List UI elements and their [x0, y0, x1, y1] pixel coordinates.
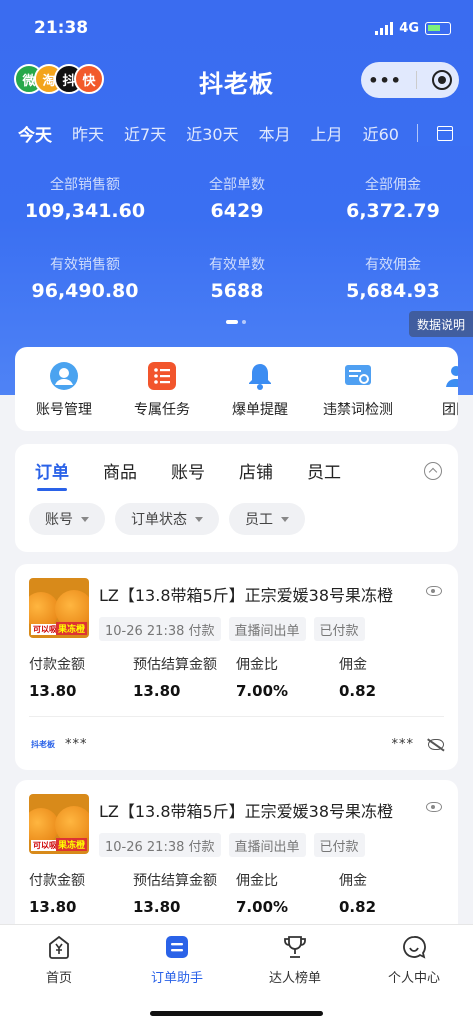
- stat-total-sales: 全部销售额 109,341.60: [24, 177, 146, 222]
- product-thumbnail: 可以吸的 果冻橙: [29, 578, 89, 638]
- order-card[interactable]: 可以吸的 果冻橙 LZ【13.8带箱5斤】正宗爱媛38号果冻橙 10-26 21…: [15, 780, 458, 940]
- shortcut-account-manage[interactable]: 账号管理: [15, 347, 113, 431]
- caret-down-icon: [81, 516, 89, 522]
- caret-down-icon: [281, 516, 289, 522]
- eye-icon[interactable]: [426, 586, 442, 596]
- order-tags: 10-26 21:38 付款 直播间出单 已付款: [99, 617, 365, 641]
- shortcut-team[interactable]: 团队: [407, 347, 458, 431]
- date-tab-last-month[interactable]: 上月: [311, 121, 343, 145]
- signal-icon: [375, 21, 394, 35]
- bottom-nav: 首页 订单助手 达人榜单 个人中心: [0, 924, 473, 1024]
- home-indicator: [150, 1011, 323, 1016]
- trophy-icon: [283, 935, 307, 959]
- tab-accounts[interactable]: 账号: [171, 458, 205, 483]
- close-target-icon[interactable]: [431, 70, 452, 90]
- nav-influencer-ranking[interactable]: 达人榜单: [236, 935, 354, 986]
- status-bar: 21:38 4G: [34, 14, 451, 42]
- stat-total-commission: 全部佣金 6,372.79: [346, 177, 440, 222]
- shop-logo: 抖老板: [31, 740, 55, 749]
- tab-staff[interactable]: 员工: [307, 458, 341, 483]
- eye-off-icon[interactable]: [428, 739, 444, 750]
- top-bar: 微 淘 抖 快 抖老板 •••: [0, 58, 473, 102]
- stat-total-orders: 全部单数 6429: [209, 177, 265, 222]
- shortcut-exclusive-task[interactable]: 专属任务: [113, 347, 211, 431]
- calendar-icon: [437, 125, 453, 141]
- nav-profile[interactable]: 个人中心: [355, 935, 473, 986]
- status-time: 21:38: [34, 18, 89, 38]
- order-filter-card: 订单 商品 账号 店铺 员工 账号 订单状态 员工: [15, 444, 458, 552]
- team-icon: [441, 361, 458, 391]
- date-tab-60days[interactable]: 近60: [363, 121, 399, 145]
- caret-down-icon: [195, 516, 203, 522]
- dashboard-header: 21:38 4G 微 淘 抖 快 抖老板 ••• 今天 昨天 近7天 近30天 …: [0, 0, 473, 395]
- order-source: 直播间出单: [228, 617, 306, 641]
- order-footer: 抖老板 *** ***: [29, 716, 444, 770]
- home-yuan-icon: [47, 935, 71, 959]
- tab-orders[interactable]: 订单: [35, 458, 69, 491]
- more-icon[interactable]: •••: [368, 71, 402, 90]
- tab-shops[interactable]: 店铺: [239, 458, 273, 483]
- order-title: LZ【13.8带箱5斤】正宗爱媛38号果冻橙: [99, 586, 394, 605]
- filter-staff[interactable]: 员工: [229, 503, 305, 535]
- miniprogram-capsule: •••: [361, 62, 459, 98]
- order-paid-time: 10-26 21:38 付款: [99, 617, 221, 641]
- stat-valid-commission: 有效佣金 5,684.93: [346, 257, 440, 302]
- order-card[interactable]: 可以吸的 果冻橙 LZ【13.8带箱5斤】正宗爱媛38号果冻橙 10-26 21…: [15, 564, 458, 770]
- order-status: 已付款: [313, 833, 365, 857]
- order-tags: 10-26 21:38 付款 直播间出单 已付款: [99, 833, 365, 857]
- order-status: 已付款: [313, 617, 365, 641]
- date-tab-30days[interactable]: 近30天: [186, 121, 238, 145]
- battery-icon: [425, 21, 451, 35]
- shortcut-bar: 账号管理 专属任务 爆单提醒 违禁词检测 团队: [15, 347, 458, 431]
- nav-home[interactable]: 首页: [0, 935, 118, 986]
- data-explain-button[interactable]: 数据说明: [409, 311, 473, 337]
- network-label: 4G: [399, 20, 419, 36]
- date-tab-today[interactable]: 今天: [18, 121, 52, 146]
- eye-icon[interactable]: [426, 802, 442, 812]
- date-tab-7days[interactable]: 近7天: [124, 121, 166, 145]
- user-icon: [49, 361, 79, 391]
- order-source: 直播间出单: [228, 833, 306, 857]
- stats-pager: [226, 320, 246, 324]
- masked-account: ***: [65, 737, 88, 752]
- order-title: LZ【13.8带箱5斤】正宗爱媛38号果冻橙: [99, 802, 394, 821]
- product-thumbnail: 可以吸的 果冻橙: [29, 794, 89, 854]
- shortcut-forbidden-word-check[interactable]: 违禁词检测: [309, 347, 407, 431]
- date-range-tabs: 今天 昨天 近7天 近30天 本月 上月 近60: [18, 120, 473, 146]
- word-check-icon: [343, 361, 373, 391]
- filter-row: 账号 订单状态 员工: [29, 503, 305, 535]
- tab-products[interactable]: 商品: [103, 458, 137, 483]
- task-list-icon: [147, 361, 177, 391]
- masked-value: ***: [391, 737, 414, 752]
- filter-account[interactable]: 账号: [29, 503, 105, 535]
- stat-valid-sales: 有效销售额 96,490.80: [31, 257, 139, 302]
- filter-order-status[interactable]: 订单状态: [115, 503, 219, 535]
- calendar-button[interactable]: [417, 120, 473, 146]
- date-tab-this-month[interactable]: 本月: [259, 121, 291, 145]
- chat-smile-icon: [402, 935, 426, 959]
- category-tabs: 订单 商品 账号 店铺 员工: [35, 458, 341, 491]
- bell-icon: [245, 361, 275, 391]
- date-tab-yesterday[interactable]: 昨天: [72, 121, 104, 145]
- order-assistant-icon: [165, 935, 189, 959]
- stat-valid-orders: 有效单数 5688: [209, 257, 265, 302]
- nav-order-assistant[interactable]: 订单助手: [118, 935, 236, 986]
- collapse-chevron-icon[interactable]: [424, 462, 442, 480]
- order-paid-time: 10-26 21:38 付款: [99, 833, 221, 857]
- shortcut-hot-order-alert[interactable]: 爆单提醒: [211, 347, 309, 431]
